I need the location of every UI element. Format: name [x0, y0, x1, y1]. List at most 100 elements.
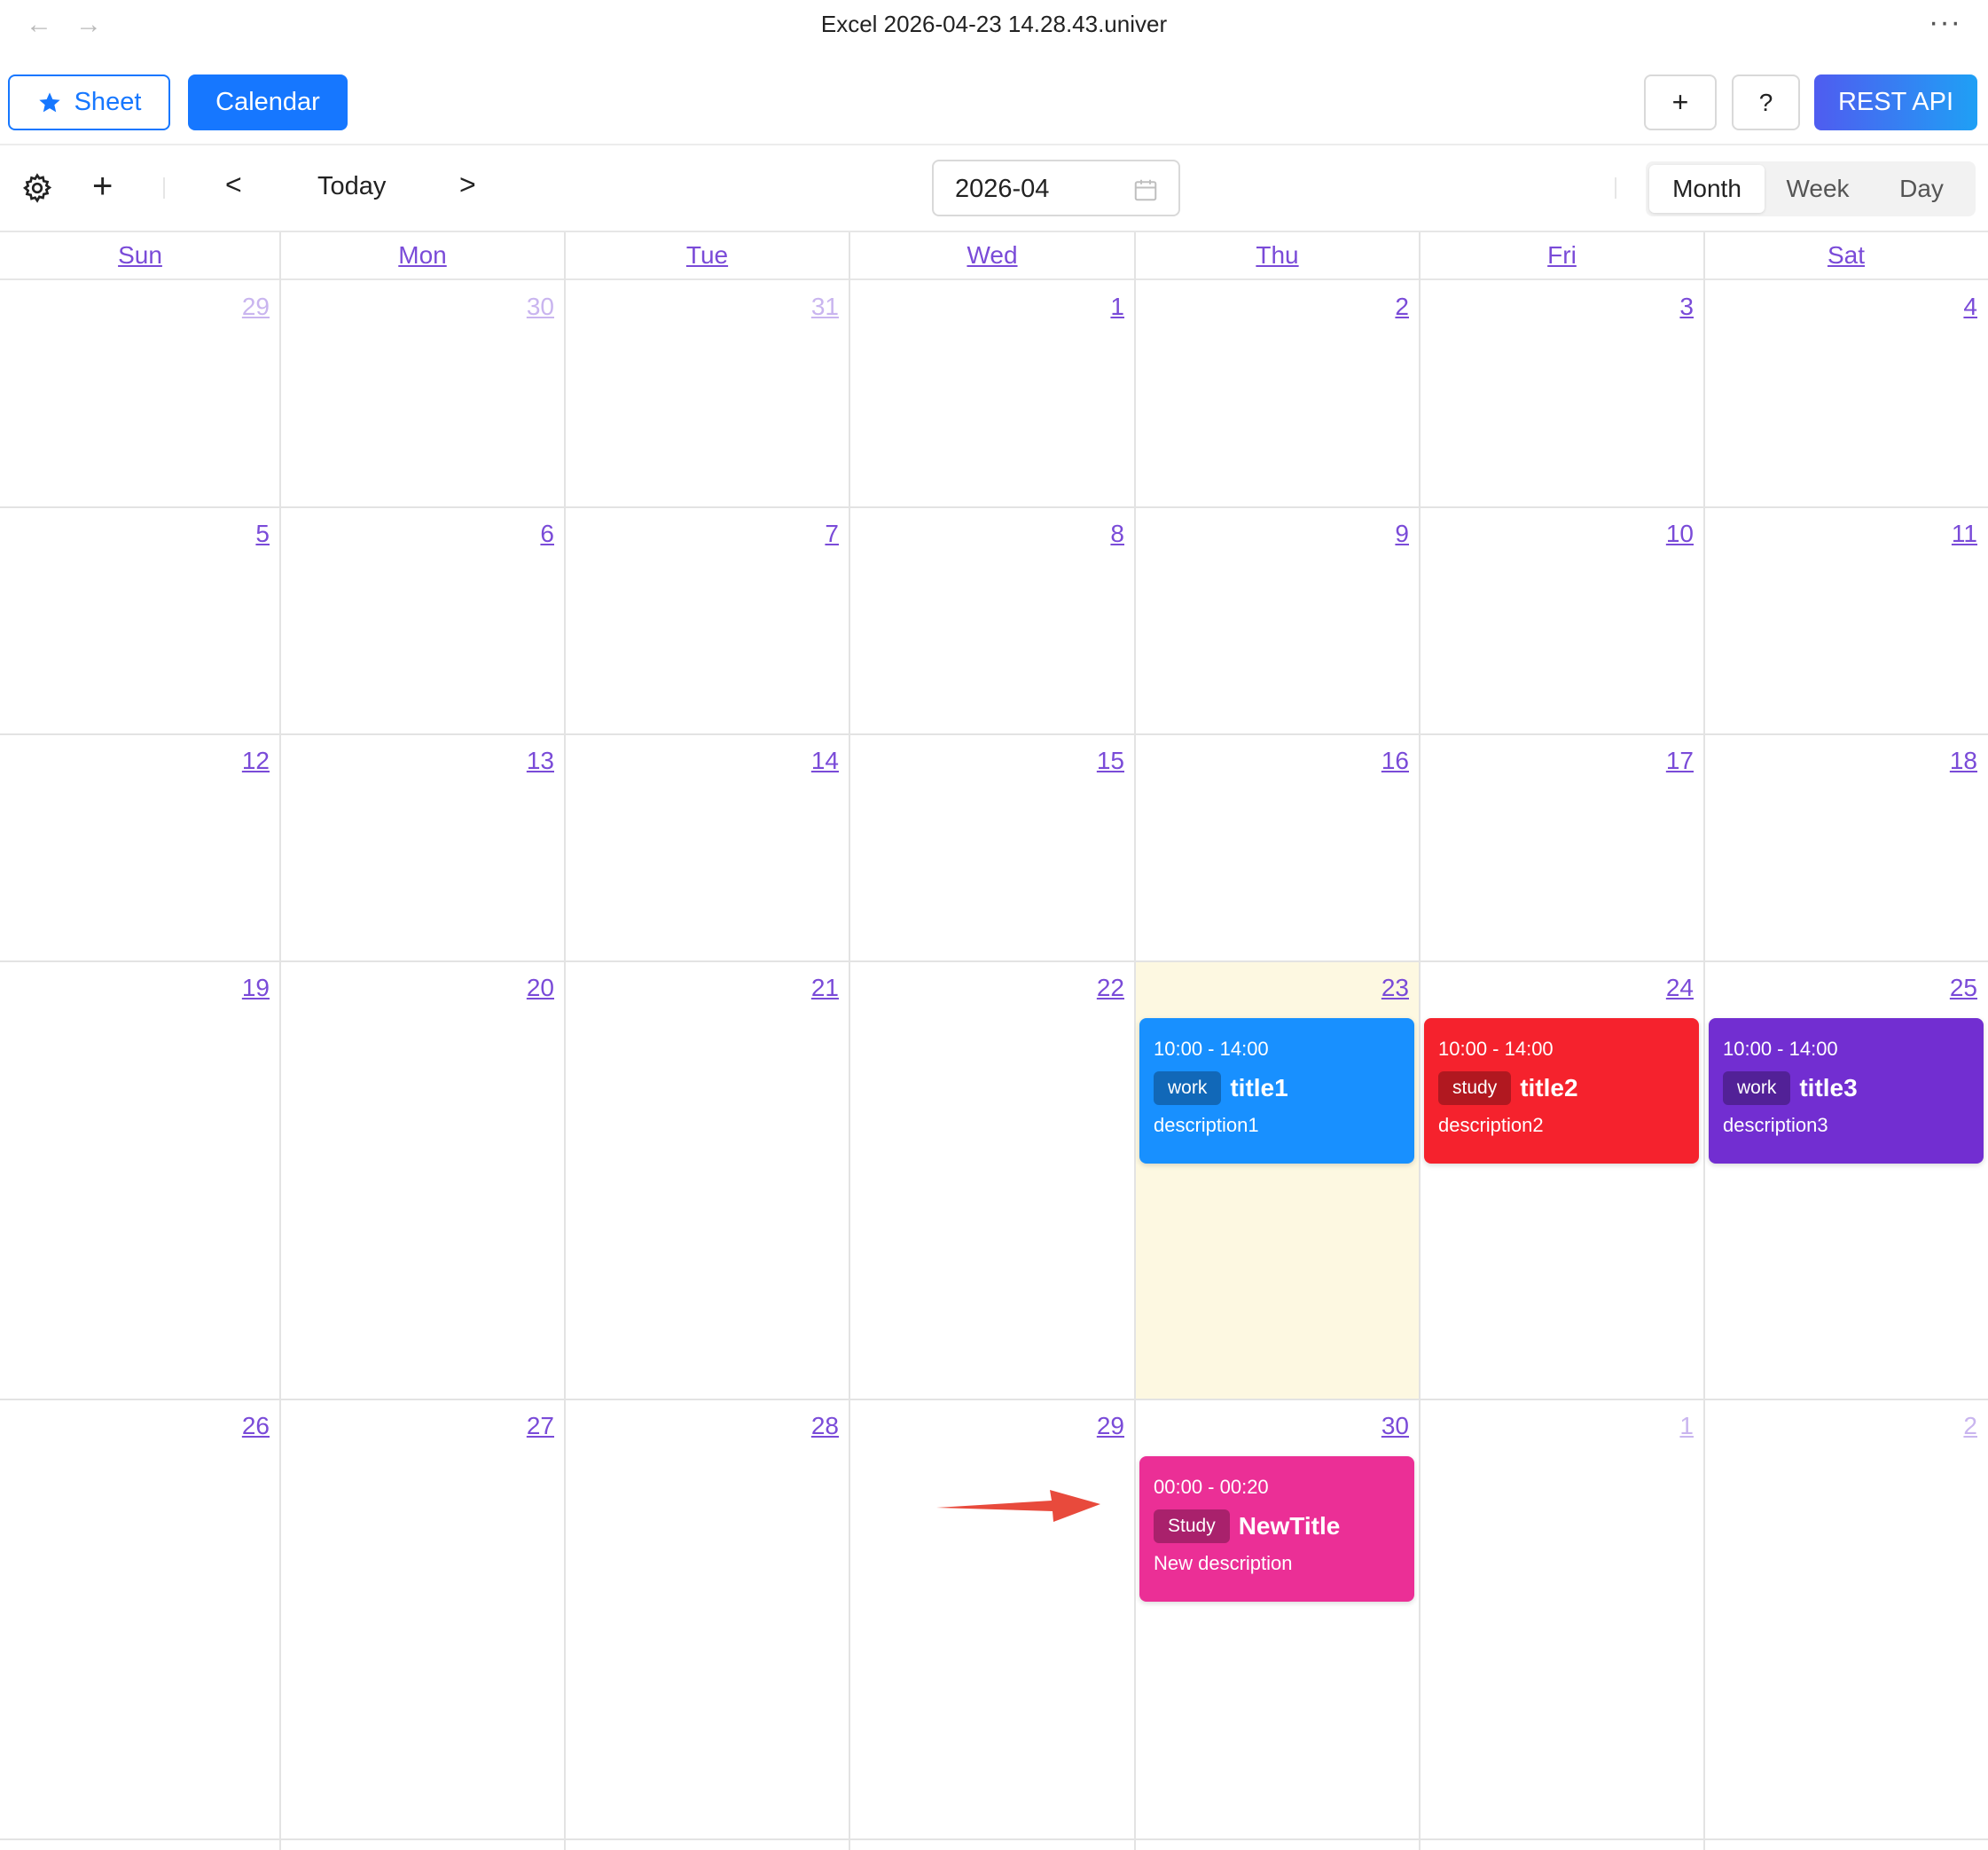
event-title: title2 — [1520, 1074, 1578, 1101]
event-tag: study — [1438, 1071, 1512, 1105]
weekday-mon[interactable]: Mon — [280, 241, 565, 270]
annotation-arrow — [936, 1490, 1100, 1522]
day-number[interactable]: 2 — [1924, 1412, 1977, 1440]
day-number[interactable]: 29 — [1071, 1412, 1124, 1440]
weekday-sat[interactable]: Sat — [1704, 241, 1988, 270]
view-tab-month[interactable]: Month — [1649, 165, 1765, 213]
event-title: title1 — [1230, 1074, 1288, 1101]
event-title-row: Study NewTitle — [1154, 1509, 1400, 1543]
day-number[interactable]: 9 — [1356, 520, 1409, 548]
day-number[interactable]: 22 — [1071, 974, 1124, 1002]
weekday-fri[interactable]: Fri — [1420, 241, 1704, 270]
day-number[interactable]: 2 — [1356, 293, 1409, 321]
column-divider — [564, 232, 566, 1850]
day-number[interactable]: 18 — [1924, 747, 1977, 775]
calendar-toolbar: + < Today > 2026-04 Month Week Day — [0, 145, 1988, 232]
day-number[interactable]: 7 — [786, 520, 839, 548]
day-number[interactable]: 27 — [501, 1412, 554, 1440]
event-time: 00:00 - 00:20 — [1154, 1476, 1269, 1498]
event-card[interactable]: 10:00 - 14:00 study title2 description2 — [1424, 1018, 1699, 1164]
day-number[interactable]: 15 — [1071, 747, 1124, 775]
column-divider — [1419, 232, 1421, 1850]
event-card[interactable]: 10:00 - 14:00 work title1 description1 — [1139, 1018, 1414, 1164]
weekday-tue[interactable]: Tue — [565, 241, 849, 270]
event-title-row: study title2 — [1438, 1071, 1685, 1105]
day-number[interactable]: 10 — [1640, 520, 1694, 548]
day-number[interactable]: 31 — [786, 293, 839, 321]
event-tag: work — [1723, 1071, 1791, 1105]
row-divider — [0, 1838, 1988, 1840]
day-number[interactable]: 1 — [1640, 1412, 1694, 1440]
help-button[interactable]: ? — [1732, 74, 1800, 130]
rest-api-button[interactable]: REST API — [1814, 74, 1977, 130]
day-number[interactable]: 5 — [216, 520, 270, 548]
day-number[interactable]: 11 — [1924, 520, 1977, 548]
day-number[interactable]: 12 — [216, 747, 270, 775]
event-description: description1 — [1154, 1114, 1259, 1136]
event-title: NewTitle — [1238, 1512, 1341, 1540]
event-title-row: work title1 — [1154, 1071, 1400, 1105]
day-number[interactable]: 14 — [786, 747, 839, 775]
add-event-button[interactable]: + — [92, 167, 113, 206]
weekday-header: Sun Mon Tue Wed Thu Fri Sat — [0, 232, 1988, 280]
day-number[interactable]: 19 — [216, 974, 270, 1002]
sheet-button[interactable]: Sheet — [8, 74, 170, 130]
day-number[interactable]: 28 — [786, 1412, 839, 1440]
row-divider — [0, 506, 1988, 508]
event-tag: work — [1154, 1071, 1222, 1105]
weekday-wed[interactable]: Wed — [849, 241, 1135, 270]
day-number[interactable]: 13 — [501, 747, 554, 775]
gear-icon[interactable] — [21, 172, 53, 204]
day-number[interactable]: 4 — [1924, 293, 1977, 321]
toolbar-divider — [1615, 177, 1616, 199]
event-time: 10:00 - 14:00 — [1154, 1038, 1269, 1060]
window-title: Excel 2026-04-23 14.28.43.univer — [820, 11, 1168, 37]
day-number[interactable]: 29 — [216, 293, 270, 321]
month-picker[interactable]: 2026-04 — [932, 160, 1180, 216]
weekday-sun[interactable]: Sun — [0, 241, 280, 270]
window-titlebar: ← → Excel 2026-04-23 14.28.43.univer ··· — [0, 0, 1988, 50]
row-divider — [0, 960, 1988, 962]
toolbar-divider — [163, 177, 165, 199]
view-tab-week[interactable]: Week — [1765, 165, 1871, 213]
calendar-button-label: Calendar — [215, 88, 320, 116]
event-title: title3 — [1799, 1074, 1858, 1101]
weekday-thu[interactable]: Thu — [1135, 241, 1420, 270]
day-number[interactable]: 30 — [1356, 1412, 1409, 1440]
day-number[interactable]: 3 — [1640, 293, 1694, 321]
column-divider — [1134, 232, 1136, 1850]
event-card[interactable]: 10:00 - 14:00 work title3 description3 — [1709, 1018, 1984, 1164]
more-options-icon[interactable]: ··· — [1929, 5, 1961, 40]
next-month-button[interactable]: > — [459, 169, 476, 201]
day-number[interactable]: 1 — [1071, 293, 1124, 321]
calendar-icon — [1134, 179, 1157, 201]
view-tab-day[interactable]: Day — [1871, 165, 1972, 213]
day-number[interactable]: 6 — [501, 520, 554, 548]
event-description: description3 — [1723, 1114, 1828, 1136]
previous-month-button[interactable]: < — [225, 169, 242, 201]
add-button[interactable]: + — [1644, 74, 1717, 130]
event-description: description2 — [1438, 1114, 1544, 1136]
day-number[interactable]: 16 — [1356, 747, 1409, 775]
day-number[interactable]: 21 — [786, 974, 839, 1002]
day-number[interactable]: 30 — [501, 293, 554, 321]
calendar-button[interactable]: Calendar — [188, 74, 348, 130]
day-number[interactable]: 24 — [1640, 974, 1694, 1002]
event-time: 10:00 - 14:00 — [1723, 1038, 1838, 1060]
event-time: 10:00 - 14:00 — [1438, 1038, 1554, 1060]
sheet-button-label: Sheet — [74, 88, 142, 116]
event-card[interactable]: 00:00 - 00:20 Study NewTitle New descriptio… — [1139, 1456, 1414, 1602]
column-divider — [1703, 232, 1705, 1850]
day-number[interactable]: 20 — [501, 974, 554, 1002]
day-number[interactable]: 8 — [1071, 520, 1124, 548]
row-divider — [0, 733, 1988, 735]
day-number[interactable]: 17 — [1640, 747, 1694, 775]
day-number[interactable]: 25 — [1924, 974, 1977, 1002]
today-button[interactable]: Today — [317, 172, 386, 201]
day-number[interactable]: 26 — [216, 1412, 270, 1440]
row-divider — [0, 1399, 1988, 1400]
day-number[interactable]: 23 — [1356, 974, 1409, 1002]
view-switcher: Month Week Day — [1646, 161, 1976, 216]
app-toolbar: Sheet Calendar + ? REST API — [0, 50, 1988, 145]
month-picker-value: 2026-04 — [955, 175, 1050, 203]
